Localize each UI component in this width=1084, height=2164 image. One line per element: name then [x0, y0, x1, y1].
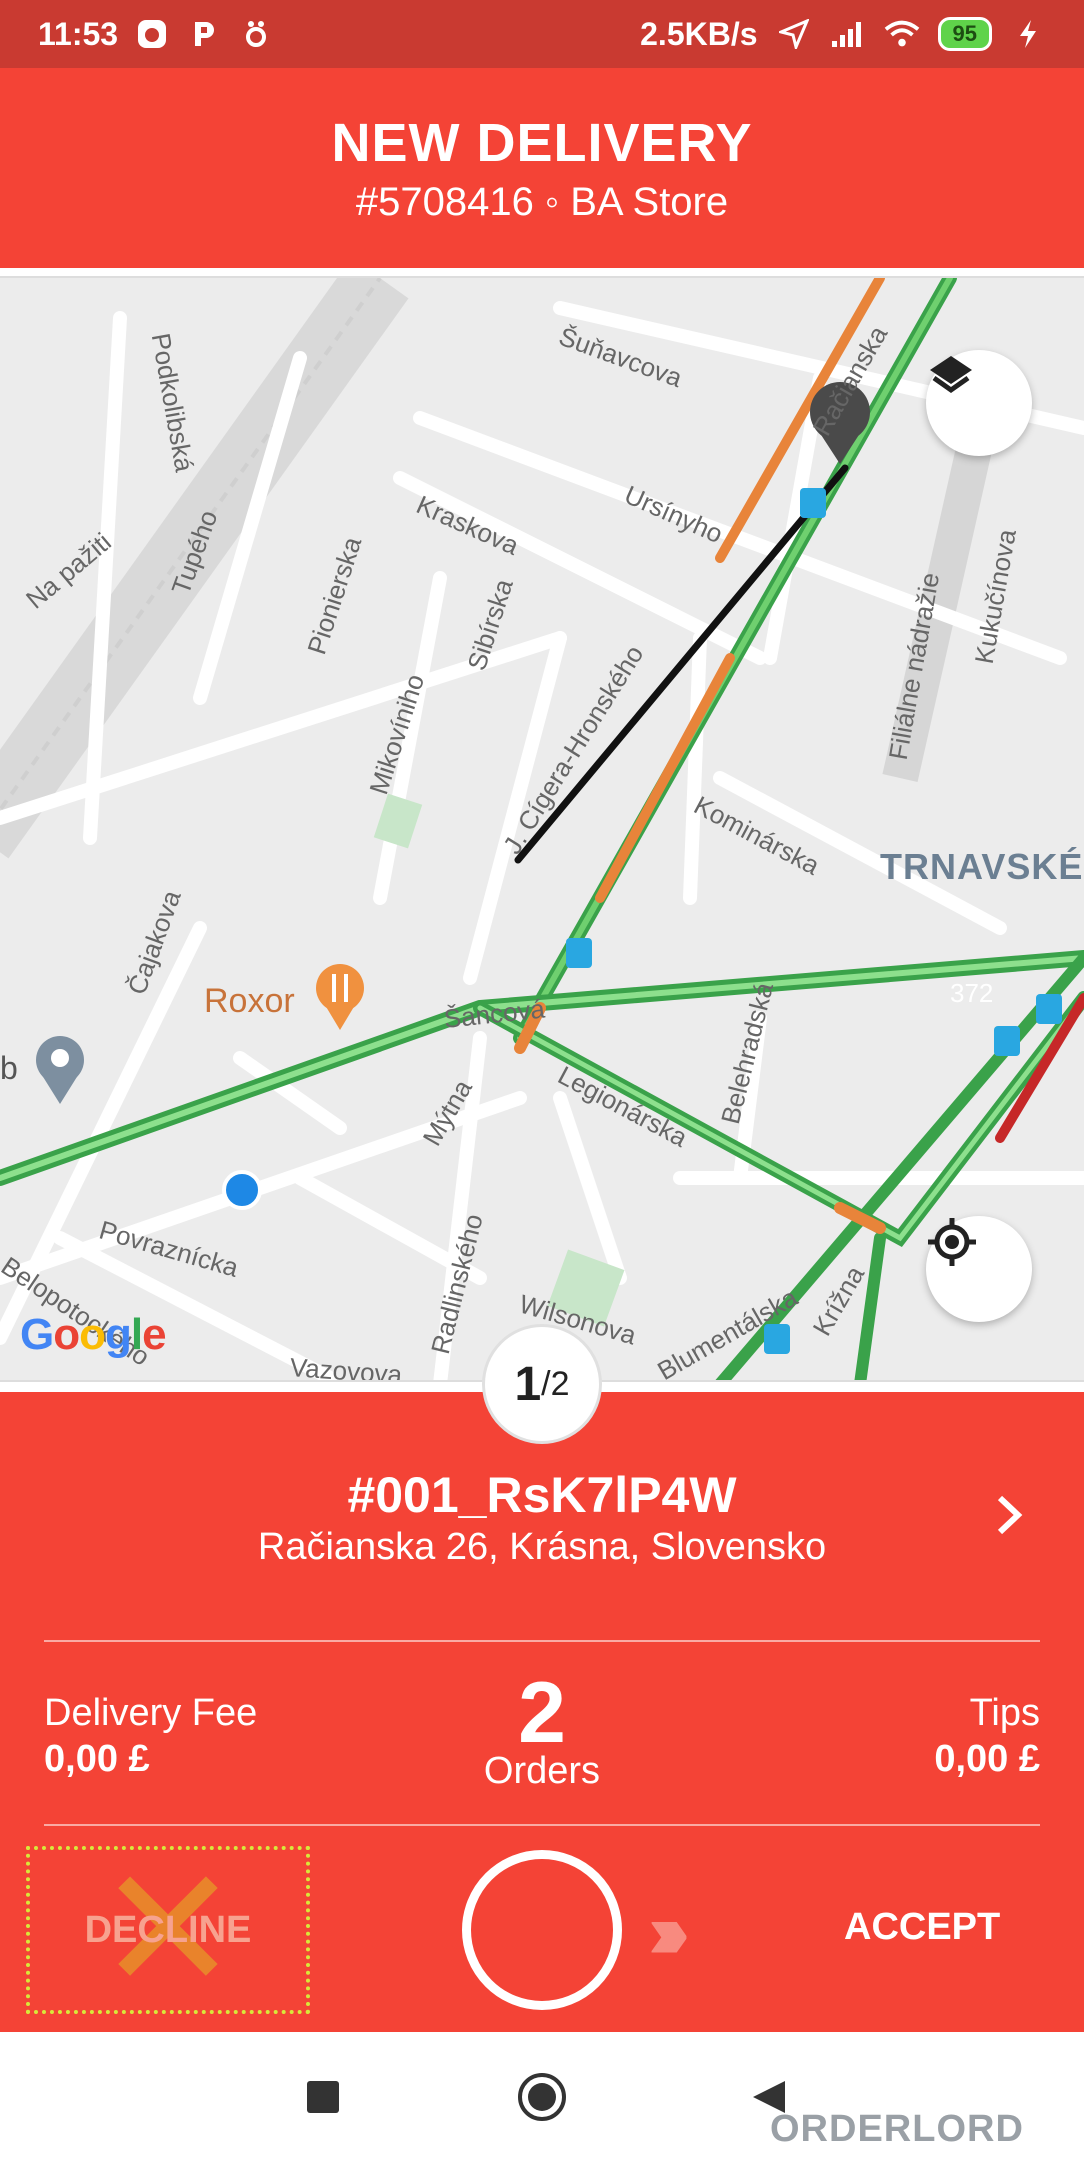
pager-current: 1: [514, 1357, 542, 1411]
signal-icon: [830, 16, 866, 52]
order-pager[interactable]: 1/2: [482, 1324, 602, 1444]
page-title: NEW DELIVERY: [331, 113, 753, 173]
tracking-icon: [238, 16, 274, 52]
network-speed: 2.5KB/s: [640, 15, 758, 52]
chevron-right-icon[interactable]: [994, 1492, 1024, 1549]
recents-button[interactable]: [296, 2072, 350, 2126]
swipe-arrows-icon: ›››: [648, 1887, 690, 1975]
app-notification-icon: [134, 16, 170, 52]
square-icon: [305, 2079, 341, 2120]
order-id[interactable]: #001_RsK7lP4W: [0, 1466, 1084, 1524]
restaurant-pin-icon: [316, 964, 364, 1030]
map-view[interactable]: Podkolibská Šuňavcova Tupého Na pažiti K…: [0, 276, 1084, 1382]
pager-total: /2: [541, 1364, 570, 1403]
tips-value: 0,00 £: [934, 1738, 1040, 1780]
battery-indicator: 95: [937, 17, 992, 51]
charging-icon: [1010, 16, 1046, 52]
current-location-dot: [222, 1170, 262, 1210]
street-label: b: [0, 1050, 18, 1086]
decline-label: DECLINE: [84, 1908, 252, 1951]
divider: [44, 1640, 1040, 1642]
poi-label: Roxor: [204, 982, 295, 1020]
map-layers-button[interactable]: [926, 350, 1032, 456]
district-label: TRNAVSKÉ: [880, 846, 1084, 887]
circle-icon: [516, 2071, 568, 2128]
order-address[interactable]: Račianska 26, Krásna, Slovensko: [0, 1526, 1084, 1569]
orderlord-watermark: ORDERLORD: [770, 2108, 1024, 2150]
status-bar: 11:53 2.5KB/s 95: [0, 0, 1084, 68]
parking-icon: [186, 16, 222, 52]
tips-label: Tips: [969, 1692, 1040, 1734]
my-location-button[interactable]: [926, 1216, 1032, 1322]
google-logo: Google: [20, 1310, 167, 1359]
clock: 11:53: [38, 15, 119, 52]
divider: [44, 1824, 1040, 1826]
order-panel: #001_RsK7lP4W Račianska 26, Krásna, Slov…: [0, 1392, 1084, 2032]
orders-count: 2: [518, 1665, 566, 1761]
page-subtitle: #5708416 ◦ BA Store: [355, 180, 729, 224]
location-arrow-icon: [776, 16, 812, 52]
swipe-accept-handle[interactable]: [462, 1850, 622, 2010]
header: NEW DELIVERY #5708416 ◦ BA Store: [0, 68, 1084, 268]
wifi-icon: [884, 16, 920, 52]
orders-label: Orders: [483, 1750, 601, 1792]
home-button[interactable]: [515, 2072, 569, 2126]
place-pin-icon: [36, 1036, 84, 1104]
map-canvas: [0, 278, 1084, 1380]
street-label: 372: [950, 978, 994, 1008]
decline-button[interactable]: ✕ DECLINE: [26, 1845, 310, 2015]
accept-button[interactable]: ACCEPT: [844, 1906, 1000, 1949]
